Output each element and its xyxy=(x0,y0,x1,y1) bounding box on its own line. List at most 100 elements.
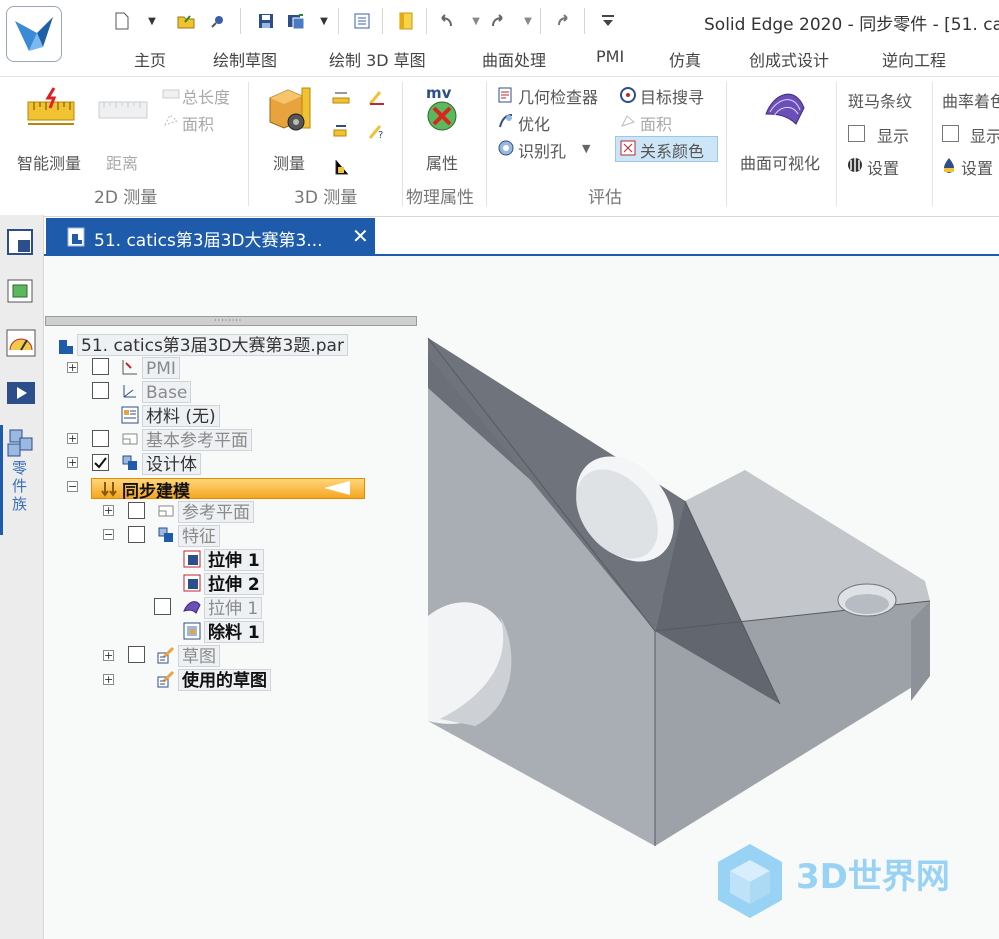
solid-edge-app-button[interactable] xyxy=(6,6,62,62)
curvature-show-label[interactable]: 显示 xyxy=(970,123,999,147)
measure-query-icon[interactable]: ? xyxy=(368,124,386,144)
pathfinder-icon[interactable] xyxy=(4,224,38,258)
save-dropdown-chevron-icon[interactable]: ▼ xyxy=(312,8,336,34)
pin-icon[interactable] xyxy=(206,8,230,34)
tab-draw-sketch[interactable]: 绘制草图 xyxy=(213,47,277,71)
expand-icon[interactable]: + xyxy=(103,674,114,685)
tree-item-features[interactable]: 特征 xyxy=(178,525,220,547)
optimize-label[interactable]: 优化 xyxy=(518,111,550,135)
tree-checkbox-base[interactable] xyxy=(92,382,109,399)
expand-icon[interactable]: + xyxy=(67,457,78,468)
family-of-parts-label[interactable]: 零件族 xyxy=(10,460,30,514)
measure-length-icon[interactable] xyxy=(332,90,350,110)
measure-point-icon[interactable] xyxy=(332,158,350,180)
save-icon[interactable] xyxy=(254,8,278,34)
tab-simulation[interactable]: 仿真 xyxy=(669,47,701,71)
tree-item-base-planes[interactable]: 基本参考平面 xyxy=(142,429,252,451)
expand-icon[interactable]: + xyxy=(103,650,114,661)
tree-checkbox-sketches[interactable] xyxy=(128,646,145,663)
identify-holes-chevron-icon[interactable]: ▼ xyxy=(582,142,590,155)
open-file-icon[interactable] xyxy=(174,8,198,34)
tab-pmi[interactable]: PMI xyxy=(596,47,624,66)
tree-checkbox-pmi[interactable] xyxy=(92,358,109,375)
smart-measure-label[interactable]: 智能测量 xyxy=(17,150,81,174)
distance-ruler-icon[interactable] xyxy=(98,96,148,130)
area-2d-icon[interactable] xyxy=(162,112,180,132)
tree-checkbox-base-planes[interactable] xyxy=(92,430,109,447)
customize-qat-icon[interactable] xyxy=(596,8,620,34)
family-of-parts-icon[interactable] xyxy=(4,426,38,460)
new-file-icon[interactable] xyxy=(110,8,134,34)
tree-checkbox-extrude-surface[interactable] xyxy=(154,598,171,615)
area-eval-icon[interactable] xyxy=(619,112,637,134)
identify-holes-label[interactable]: 识别孔 xyxy=(518,138,566,162)
measure-angle-icon[interactable] xyxy=(368,90,386,110)
target-seeker-icon[interactable] xyxy=(619,86,637,108)
property-label[interactable]: 属性 xyxy=(426,150,458,174)
tree-item-pmi[interactable]: PMI xyxy=(142,357,180,379)
physical-properties-icon[interactable]: mv xyxy=(420,84,468,138)
zebra-settings-icon[interactable] xyxy=(846,156,864,178)
tree-checkbox-ref-planes[interactable] xyxy=(128,502,145,519)
tab-home[interactable]: 主页 xyxy=(134,47,166,71)
tree-checkbox-features[interactable] xyxy=(128,526,145,543)
tree-item-extrude-1[interactable]: 拉伸 1 xyxy=(204,549,264,571)
tree-item-cut-1[interactable]: 除料 1 xyxy=(204,621,264,643)
properties-icon[interactable] xyxy=(350,8,374,34)
area-eval-label[interactable]: 面积 xyxy=(640,111,672,135)
tree-item-sketches[interactable]: 草图 xyxy=(178,645,220,667)
measure-min-distance-icon[interactable] xyxy=(332,122,350,144)
tree-item-extrude-surface[interactable]: 拉伸 1 xyxy=(204,597,263,619)
rollback-arrow-icon[interactable] xyxy=(322,480,352,500)
zebra-show-checkbox[interactable] xyxy=(848,125,865,142)
tree-root-item[interactable]: 51. catics第3届3D大赛第3题.par xyxy=(77,334,348,356)
tree-item-material[interactable]: 材料 (无) xyxy=(142,405,220,427)
optimize-icon[interactable] xyxy=(497,112,515,134)
tree-item-extrude-2[interactable]: 拉伸 2 xyxy=(204,573,264,595)
sensors-icon[interactable] xyxy=(4,326,38,360)
repeat-icon[interactable] xyxy=(552,8,576,34)
tree-item-design-body[interactable]: 设计体 xyxy=(142,453,201,475)
redo-icon[interactable] xyxy=(486,8,510,34)
target-seeker-label[interactable]: 目标搜寻 xyxy=(640,84,704,108)
tab-generative-design[interactable]: 创成式设计 xyxy=(749,47,829,71)
surface-visualization-label[interactable]: 曲面可视化 xyxy=(740,150,820,174)
undo-icon[interactable] xyxy=(434,8,458,34)
expand-icon[interactable]: + xyxy=(103,505,114,516)
distance-label[interactable]: 距离 xyxy=(106,150,138,174)
animation-icon[interactable] xyxy=(4,376,38,410)
tab-reverse-engineering[interactable]: 逆向工程 xyxy=(882,47,946,71)
document-tab[interactable]: 51. catics第3届3D大赛第3... ✕ xyxy=(46,218,375,254)
redo-dropdown-chevron-icon[interactable]: ▼ xyxy=(516,8,540,34)
tree-item-used-sketches[interactable]: 使用的草图 xyxy=(178,669,271,691)
pathfinder-splitter[interactable]: ········ xyxy=(45,316,417,326)
layers-icon[interactable] xyxy=(4,274,38,308)
identify-holes-icon[interactable] xyxy=(497,139,515,161)
undo-dropdown-chevron-icon[interactable]: ▼ xyxy=(464,8,488,34)
curvature-show-checkbox[interactable] xyxy=(942,125,959,142)
collapse-icon[interactable]: − xyxy=(103,529,114,540)
curvature-settings-icon[interactable] xyxy=(940,156,958,178)
curvature-settings-label[interactable]: 设置 xyxy=(961,155,993,179)
tree-checkbox-design-body[interactable] xyxy=(92,454,109,471)
measure-3d-icon[interactable] xyxy=(266,84,316,138)
geometry-inspector-label[interactable]: 几何检查器 xyxy=(518,84,598,108)
zebra-settings-label[interactable]: 设置 xyxy=(867,155,899,179)
total-length-icon[interactable] xyxy=(162,86,180,106)
geometry-inspector-icon[interactable] xyxy=(497,86,515,108)
close-icon[interactable]: ✕ xyxy=(352,224,369,248)
expand-icon[interactable]: + xyxy=(67,433,78,444)
tab-surfacing[interactable]: 曲面处理 xyxy=(482,47,546,71)
new-dropdown-chevron-icon[interactable]: ▼ xyxy=(140,8,164,34)
tab-3d-sketch[interactable]: 绘制 3D 草图 xyxy=(329,47,426,71)
document-icon[interactable] xyxy=(394,8,418,34)
tree-item-base[interactable]: Base xyxy=(142,381,192,403)
measure-label[interactable]: 测量 xyxy=(273,150,305,174)
total-length-label[interactable]: 总长度 xyxy=(182,84,230,108)
area-2d-label[interactable]: 面积 xyxy=(182,111,214,135)
collapse-icon[interactable]: − xyxy=(67,481,78,492)
save-as-icon[interactable] xyxy=(284,8,308,34)
tree-item-ref-planes[interactable]: 参考平面 xyxy=(178,501,254,523)
expand-icon[interactable]: + xyxy=(67,362,78,373)
surface-visualization-icon[interactable] xyxy=(760,82,810,134)
